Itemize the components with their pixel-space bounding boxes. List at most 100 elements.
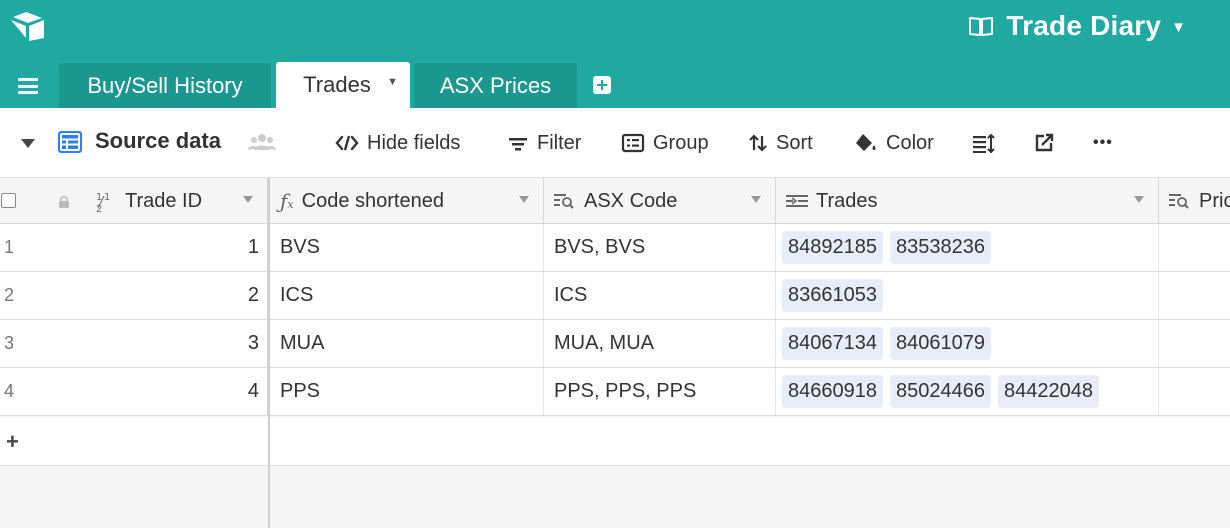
lock-icon <box>59 195 69 208</box>
collaborators-icon[interactable] <box>248 132 276 152</box>
cell-trade-id[interactable]: 4 <box>0 368 269 415</box>
grid-view-icon <box>58 131 82 153</box>
tab-label: Buy/Sell History <box>87 72 243 98</box>
header-asx-code[interactable]: ASX Code <box>544 178 776 224</box>
header-price[interactable]: Pric <box>1159 178 1230 224</box>
linked-record-chip[interactable]: 84422048 <box>997 375 1099 408</box>
color-label: Color <box>886 131 934 154</box>
share-view-button[interactable] <box>1034 130 1064 156</box>
grid-header: 1 1 2 Trade ID ƒx Code shortened ASX Cod… <box>0 178 1230 224</box>
base-name: Trade Diary <box>1006 10 1162 41</box>
tab-trades[interactable]: Trades ▼ <box>276 62 410 108</box>
add-table-icon[interactable] <box>593 76 611 94</box>
column-label: Trades <box>816 189 878 212</box>
linked-record-chip[interactable]: 83538236 <box>889 231 991 264</box>
sort-icon <box>749 134 767 152</box>
filter-icon <box>509 138 527 151</box>
hide-fields-icon <box>335 135 359 151</box>
more-icon: ••• <box>1093 134 1113 151</box>
filter-button[interactable]: Filter <box>507 130 581 156</box>
base-title[interactable]: Trade Diary ▼ <box>968 8 1186 44</box>
column-label: ASX Code <box>584 189 678 212</box>
book-icon <box>969 17 994 36</box>
cell-asx-code[interactable]: ICS <box>544 272 776 319</box>
lookup-icon <box>554 194 574 209</box>
cell-price[interactable] <box>1159 224 1230 271</box>
chevron-down-icon[interactable]: ▼ <box>387 76 398 88</box>
group-icon <box>621 133 645 153</box>
table-tabs: Buy/Sell History Trades ▼ ASX Prices <box>0 62 1230 108</box>
hide-fields-label: Hide fields <box>367 131 461 154</box>
linked-record-chip[interactable]: 84061079 <box>889 327 991 360</box>
cell-trade-id[interactable]: 2 <box>0 272 269 319</box>
linked-record-chip[interactable]: 83661053 <box>782 279 883 312</box>
cell-trades[interactable]: 84067134 84061079 <box>776 320 1159 367</box>
cell-asx-code[interactable]: PPS, PPS, PPS <box>544 368 776 415</box>
frozen-column-divider <box>268 178 270 528</box>
tab-asx-prices[interactable]: ASX Prices <box>414 63 577 108</box>
cell-trades[interactable]: 83661053 <box>776 272 1159 319</box>
lookup-icon <box>1169 194 1189 209</box>
formula-icon: ƒx <box>280 189 294 213</box>
cell-code-shortened[interactable]: MUA <box>270 320 544 367</box>
sort-button[interactable]: Sort <box>748 130 813 156</box>
add-record-row[interactable]: + <box>0 418 1230 466</box>
svg-text:1: 1 <box>104 192 110 203</box>
cell-price[interactable] <box>1159 272 1230 319</box>
header-primary: 1 1 2 Trade ID <box>0 178 269 224</box>
data-grid: 1 1 2 Trade ID ƒx Code shortened ASX Cod… <box>0 178 1230 528</box>
view-name[interactable]: Source data <box>95 128 221 154</box>
caret-down-icon[interactable] <box>21 139 35 148</box>
row-height-button[interactable] <box>972 130 1004 156</box>
link-icon <box>786 195 808 207</box>
cell-trades[interactable]: 84660918 85024466 84422048 <box>776 368 1159 415</box>
hide-fields-button[interactable]: Hide fields <box>335 130 460 156</box>
cell-code-shortened[interactable]: PPS <box>270 368 544 415</box>
group-button[interactable]: Group <box>621 130 709 156</box>
number-icon: 1 1 2 <box>96 192 110 214</box>
table-row[interactable]: 1 1 BVS BVS, BVS 84892185 83538236 <box>0 224 1230 272</box>
cell-code-shortened[interactable]: ICS <box>270 272 544 319</box>
table-row[interactable]: 3 3 MUA MUA, MUA 84067134 84061079 <box>0 320 1230 368</box>
select-all-checkbox[interactable] <box>1 193 16 208</box>
app-header: Trade Diary ▼ Buy/Sell History Trades ▼ … <box>0 0 1230 108</box>
linked-record-chip[interactable]: 84660918 <box>782 375 883 408</box>
group-label: Group <box>653 131 709 154</box>
column-label: Pric <box>1199 189 1230 212</box>
view-toolbar: Source data Hide fields Filter Group Sor… <box>0 108 1230 178</box>
header-code-shortened[interactable]: ƒx Code shortened <box>270 178 544 224</box>
external-link-icon <box>1035 133 1054 152</box>
tab-buy-sell-history[interactable]: Buy/Sell History <box>59 63 271 108</box>
cell-price[interactable] <box>1159 320 1230 367</box>
tab-label: Trades <box>303 72 371 97</box>
add-record-icon[interactable]: + <box>6 429 19 455</box>
linked-record-chip[interactable]: 84067134 <box>782 327 883 360</box>
filter-label: Filter <box>537 131 582 154</box>
cell-price[interactable] <box>1159 368 1230 415</box>
chevron-down-icon[interactable] <box>1134 196 1144 203</box>
color-button[interactable]: Color <box>854 130 934 156</box>
cell-trade-id[interactable]: 3 <box>0 320 269 367</box>
header-trades[interactable]: Trades <box>776 178 1159 224</box>
table-row[interactable]: 2 2 ICS ICS 83661053 <box>0 272 1230 320</box>
chevron-down-icon[interactable] <box>243 196 253 203</box>
sort-label: Sort <box>776 131 813 154</box>
cell-trades[interactable]: 84892185 83538236 <box>776 224 1159 271</box>
linked-record-chip[interactable]: 85024466 <box>889 375 991 408</box>
hamburger-menu-icon[interactable] <box>18 78 38 94</box>
chevron-down-icon: ▼ <box>1171 18 1186 36</box>
cell-asx-code[interactable]: MUA, MUA <box>544 320 776 367</box>
airtable-logo-icon[interactable] <box>10 10 46 42</box>
tab-label: ASX Prices <box>439 72 552 98</box>
more-options-button[interactable]: ••• <box>1093 130 1113 156</box>
cell-trade-id[interactable]: 1 <box>0 224 269 271</box>
chevron-down-icon[interactable] <box>751 196 761 203</box>
table-row[interactable]: 4 4 PPS PPS, PPS, PPS 84660918 85024466 … <box>0 368 1230 416</box>
cell-asx-code[interactable]: BVS, BVS <box>544 224 776 271</box>
row-height-icon <box>973 133 995 153</box>
column-label[interactable]: Trade ID <box>125 190 202 213</box>
paint-bucket-icon <box>856 134 876 151</box>
chevron-down-icon[interactable] <box>519 196 529 203</box>
linked-record-chip[interactable]: 84892185 <box>782 231 883 264</box>
cell-code-shortened[interactable]: BVS <box>270 224 544 271</box>
